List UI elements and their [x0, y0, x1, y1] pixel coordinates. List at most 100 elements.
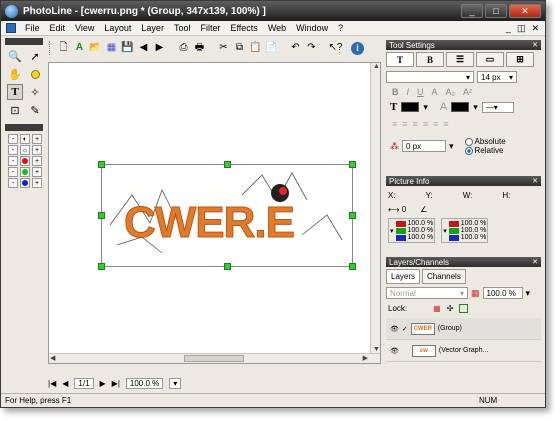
- scroll-up-icon[interactable]: ▲: [373, 63, 380, 70]
- undo-icon[interactable]: ↶: [289, 42, 302, 55]
- color-plus-icon[interactable]: +: [32, 178, 42, 188]
- color-plus-icon[interactable]: +: [32, 145, 42, 155]
- font-family-select[interactable]: ▾: [386, 71, 474, 83]
- align-right-icon[interactable]: ≡: [413, 119, 418, 129]
- color-plus-icon[interactable]: +: [32, 156, 42, 166]
- zoom-tool-icon[interactable]: 🔍: [7, 48, 23, 64]
- color-plus-icon[interactable]: +: [32, 134, 42, 144]
- outline-color-dropdown-icon[interactable]: ▾: [473, 102, 478, 113]
- color-minus-icon[interactable]: -: [8, 167, 18, 177]
- text-settings-tab[interactable]: T: [386, 52, 414, 67]
- blend-mode-select[interactable]: Normal ▾: [386, 287, 468, 299]
- resize-handle-nw[interactable]: [98, 161, 105, 168]
- menu-help[interactable]: ?: [333, 23, 348, 33]
- bold-icon[interactable]: B: [392, 87, 399, 97]
- paragraph-tab[interactable]: ☰: [446, 52, 474, 67]
- minimize-button[interactable]: _: [461, 4, 483, 18]
- subscript-icon[interactable]: A₂: [446, 87, 456, 97]
- align-justify-all-icon[interactable]: ≡: [433, 119, 438, 129]
- menu-file[interactable]: File: [20, 23, 45, 33]
- offset-dropdown-icon[interactable]: ▾: [449, 141, 454, 152]
- visibility-eye-icon[interactable]: 👁: [390, 325, 399, 333]
- hand-tool-icon[interactable]: ✋: [7, 66, 23, 82]
- text-frame-tab[interactable]: ▭: [476, 52, 504, 67]
- relative-radio[interactable]: [464, 146, 473, 155]
- document-restore-button[interactable]: ◫: [517, 23, 526, 34]
- color-dropdown-icon[interactable]: ▾: [443, 227, 447, 235]
- align-center-icon[interactable]: ≡: [402, 119, 407, 129]
- menu-edit[interactable]: Edit: [45, 23, 71, 33]
- color-dropdown-icon[interactable]: ▾: [390, 227, 394, 235]
- scroll-down-icon[interactable]: ▼: [373, 346, 380, 353]
- panel-close-icon[interactable]: ✕: [532, 258, 538, 266]
- resize-handle-sw[interactable]: [98, 263, 105, 270]
- open-icon[interactable]: 📂: [89, 42, 102, 55]
- menu-effects[interactable]: Effects: [225, 23, 262, 33]
- menu-view[interactable]: View: [70, 23, 99, 33]
- scan-icon[interactable]: ⎙: [177, 42, 190, 55]
- color-minus-icon[interactable]: -: [8, 134, 18, 144]
- layer-row-group[interactable]: 👁 ✓ CWER (Group): [386, 318, 541, 340]
- zoom-field[interactable]: 100.0 %: [125, 378, 164, 389]
- superscript-icon[interactable]: A²: [463, 87, 472, 97]
- document-minimize-button[interactable]: _: [506, 23, 511, 34]
- help-cursor-icon[interactable]: ↖?: [329, 42, 343, 55]
- paste-new-icon[interactable]: 📄: [265, 42, 278, 55]
- menu-layer[interactable]: Layer: [136, 23, 169, 33]
- contrast-icon[interactable]: ◐: [20, 134, 30, 144]
- text-path-tab[interactable]: ⊞: [506, 52, 534, 67]
- lock-position-icon[interactable]: ✣: [447, 304, 454, 313]
- close-button[interactable]: ✕: [509, 4, 541, 18]
- forward-icon[interactable]: ▶: [153, 42, 166, 55]
- canvas-area[interactable]: CWER.E ▲ ▼ ◀ ▶: [48, 62, 381, 364]
- new-text-icon[interactable]: A: [73, 42, 86, 55]
- text-color-dropdown-icon[interactable]: ▾: [423, 102, 428, 113]
- align-left-icon[interactable]: ≡: [392, 119, 397, 129]
- save-icon[interactable]: 💾: [121, 42, 134, 55]
- resize-handle-w[interactable]: [98, 212, 105, 219]
- tab-layers[interactable]: Layers: [386, 269, 421, 284]
- prev-page-icon[interactable]: ◀: [62, 379, 68, 388]
- menu-layout[interactable]: Layout: [99, 23, 136, 33]
- scroll-right-icon[interactable]: ▶: [363, 354, 368, 362]
- opacity-field[interactable]: 100.0 %: [482, 287, 523, 299]
- red-dot-icon[interactable]: [20, 156, 30, 166]
- menu-tool[interactable]: Tool: [169, 23, 196, 33]
- toolbar-grip[interactable]: [49, 41, 52, 55]
- opacity-dropdown-icon[interactable]: ▾: [526, 288, 531, 299]
- print-icon[interactable]: 🖶: [193, 42, 206, 55]
- browse-icon[interactable]: ▦: [105, 42, 118, 55]
- scroll-left-icon[interactable]: ◀: [50, 354, 55, 362]
- lock-transparency-icon[interactable]: ▦: [433, 304, 441, 313]
- tab-channels[interactable]: Channels: [422, 269, 466, 284]
- brightness-icon[interactable]: ☼: [20, 145, 30, 155]
- zoom-dropdown-icon[interactable]: ▾: [169, 378, 182, 389]
- italic-icon[interactable]: I: [407, 87, 410, 97]
- resize-handle-ne[interactable]: [349, 161, 356, 168]
- menu-web[interactable]: Web: [263, 23, 291, 33]
- warp-tool-icon[interactable]: ✧: [27, 84, 43, 100]
- absolute-radio[interactable]: [464, 137, 473, 146]
- color-minus-icon[interactable]: -: [8, 145, 18, 155]
- last-page-icon[interactable]: ▶|: [112, 379, 120, 388]
- copy-icon[interactable]: ⧉: [233, 42, 246, 55]
- new-document-icon[interactable]: 🗋: [57, 42, 70, 55]
- absolute-option[interactable]: Absolute: [464, 137, 506, 146]
- font-size-select[interactable]: 14 px ▾: [477, 71, 517, 83]
- paste-icon[interactable]: 📋: [249, 42, 262, 55]
- resize-handle-se[interactable]: [349, 263, 356, 270]
- cut-icon[interactable]: ✂: [217, 42, 230, 55]
- color-minus-icon[interactable]: -: [8, 156, 18, 166]
- lock-all-icon[interactable]: [459, 304, 469, 313]
- visibility-eye-icon[interactable]: 👁: [390, 347, 399, 355]
- underline-icon[interactable]: U: [417, 87, 424, 97]
- resize-handle-s[interactable]: [224, 263, 231, 270]
- panel-close-icon[interactable]: ✕: [532, 41, 538, 49]
- first-page-icon[interactable]: |◀: [48, 379, 56, 388]
- resize-handle-e[interactable]: [349, 212, 356, 219]
- color-minus-icon[interactable]: -: [8, 178, 18, 188]
- document-close-button[interactable]: ✕: [531, 23, 539, 34]
- crop-tool-icon[interactable]: ⊡: [7, 102, 23, 118]
- redo-icon[interactable]: ↷: [305, 42, 318, 55]
- next-page-icon[interactable]: ▶: [100, 379, 106, 388]
